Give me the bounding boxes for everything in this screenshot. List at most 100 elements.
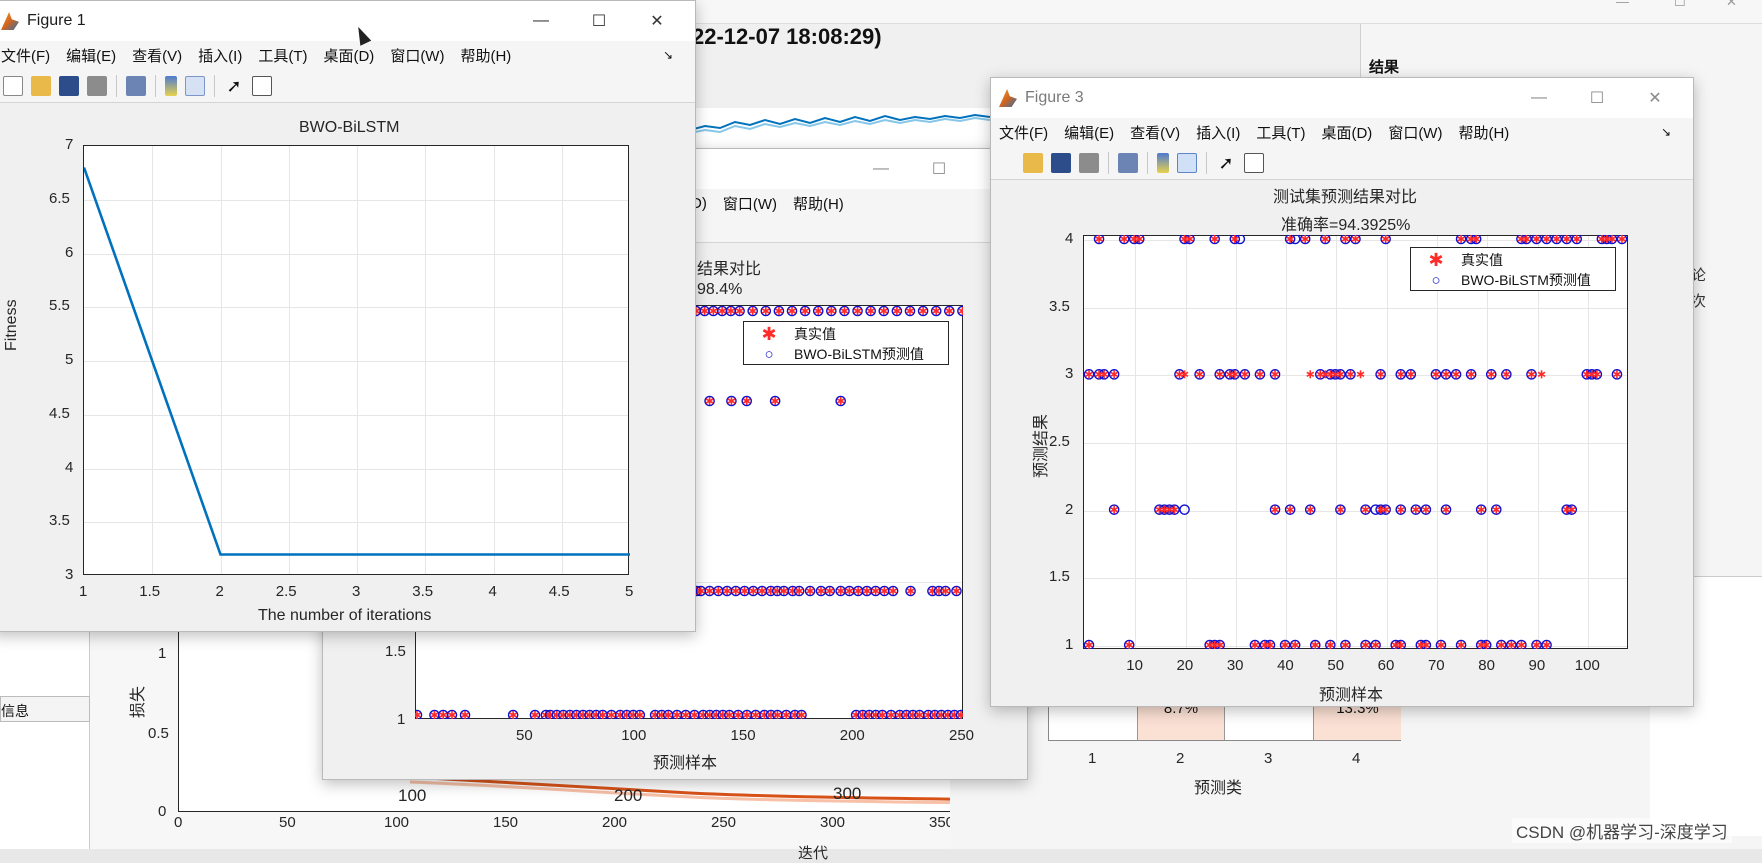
- link-plot-icon[interactable]: [1118, 152, 1138, 173]
- menu-item-window[interactable]: 窗口(W): [390, 45, 444, 66]
- true-point: [758, 587, 766, 595]
- minimize-icon[interactable]: —: [1513, 78, 1565, 118]
- figure1-titlebar[interactable]: Figure 1 — ☐ ✕: [0, 1, 695, 41]
- menu-item-edit[interactable]: 编辑(E): [1064, 122, 1114, 143]
- close-icon[interactable]: ✕: [631, 1, 683, 41]
- close-icon[interactable]: ✕: [1629, 78, 1681, 118]
- true-point: [782, 711, 791, 719]
- menu-item-window[interactable]: 窗口(W): [1388, 122, 1442, 143]
- maximize-icon[interactable]: ☐: [573, 1, 625, 41]
- link-plot-icon[interactable]: [126, 75, 146, 96]
- property-editor-icon[interactable]: [252, 75, 272, 96]
- menu-item-file[interactable]: 文件(F): [1, 45, 50, 66]
- true-point: [727, 397, 736, 405]
- true-point: [1406, 370, 1415, 379]
- new-figure-icon[interactable]: [3, 75, 23, 96]
- true-point: [889, 587, 897, 595]
- true-point: [1341, 235, 1350, 243]
- true-point: [1281, 641, 1289, 649]
- figure1-menubar: 文件(F) 编辑(E) 查看(V) 插入(I) 工具(T) 桌面(D) 窗口(W…: [0, 41, 695, 69]
- print-icon[interactable]: [1079, 152, 1099, 173]
- menu-item-edit[interactable]: 编辑(E): [66, 45, 116, 66]
- true-point: [1613, 370, 1621, 379]
- true-point: [1477, 641, 1486, 649]
- open-file-icon[interactable]: [31, 75, 51, 96]
- menu-item-insert[interactable]: 插入(I): [198, 45, 242, 66]
- true-point: [1497, 641, 1506, 649]
- true-point: [1467, 235, 1476, 243]
- figure3-ytick: 3.5: [1049, 297, 1070, 315]
- true-point: [1452, 370, 1460, 379]
- true-point: [1120, 235, 1129, 243]
- menu-item-desktop[interactable]: 桌面(D): [323, 45, 374, 66]
- true-point: [1215, 641, 1224, 649]
- true-point: [1422, 505, 1430, 514]
- minimize-icon[interactable]: —: [855, 149, 907, 189]
- pointer-icon[interactable]: ➚: [1216, 153, 1236, 173]
- inner-tick-300: 300: [833, 784, 862, 803]
- figure1-xtick: 4.5: [548, 583, 570, 600]
- dock-icon[interactable]: ↘: [663, 48, 673, 62]
- menu-item-desktop[interactable]: 桌面(D): [1321, 122, 1372, 143]
- menu-item-insert[interactable]: 插入(I): [1196, 122, 1240, 143]
- figure3-chart-title: 测试集预测结果对比: [1273, 189, 1418, 206]
- legend-true: 真实值: [794, 326, 836, 342]
- figure3-titlebar[interactable]: Figure 3 — ☐ ✕: [991, 78, 1693, 118]
- figure1-xtick: 1.5: [139, 583, 161, 600]
- true-point: [1256, 370, 1264, 379]
- menu-item-help[interactable]: 帮助(H): [793, 193, 844, 214]
- true-point: [836, 397, 845, 405]
- menu-item-help[interactable]: 帮助(H): [460, 45, 511, 66]
- dock-icon[interactable]: ↘: [1661, 125, 1671, 139]
- true-point: [1618, 235, 1626, 243]
- open-file-icon[interactable]: [1023, 152, 1043, 173]
- true-point: [1301, 235, 1310, 243]
- true-point: [1582, 370, 1591, 379]
- menu-item-view[interactable]: 查看(V): [1130, 122, 1180, 143]
- colorbar-icon[interactable]: [1157, 152, 1169, 173]
- print-icon[interactable]: [87, 75, 107, 96]
- menu-item-tools[interactable]: 工具(T): [258, 45, 307, 66]
- true-point: [919, 307, 927, 315]
- maximize-icon[interactable]: ☐: [1571, 78, 1623, 118]
- menu-item-tools[interactable]: 工具(T): [1256, 122, 1305, 143]
- true-point: [1487, 370, 1496, 379]
- true-point: [1180, 370, 1189, 379]
- property-editor-icon[interactable]: [1244, 152, 1264, 173]
- save-icon[interactable]: [1051, 152, 1071, 173]
- true-point: [1180, 235, 1189, 243]
- true-point: [1321, 370, 1330, 379]
- maximize-icon[interactable]: ☐: [913, 149, 965, 189]
- main-title-fragment: 22-12-07 18:08:29): [692, 24, 882, 49]
- info-panel-left: 详细信息: [0, 600, 90, 849]
- pointer-icon[interactable]: ➚: [224, 76, 244, 96]
- true-point: [1195, 370, 1204, 379]
- figure1-toolbar: ➚: [0, 69, 695, 103]
- legend-icon[interactable]: [1177, 152, 1197, 173]
- figure2-ytick-2: 1: [397, 711, 406, 728]
- true-point: [1266, 641, 1274, 649]
- figure3-window[interactable]: Figure 3 — ☐ ✕ 文件(F) 编辑(E) 查看(V) 插入(I) 工…: [990, 77, 1694, 707]
- legend-icon[interactable]: [185, 75, 205, 96]
- true-point: [1477, 505, 1486, 514]
- true-point: [814, 307, 823, 315]
- menu-item-view[interactable]: 查看(V): [132, 45, 182, 66]
- figure3-chart-subtitle: 准确率=94.3925%: [1281, 217, 1411, 234]
- menu-item-window[interactable]: 窗口(W): [723, 193, 777, 214]
- figure2-xlabel: 预测样本: [653, 755, 718, 772]
- save-icon[interactable]: [59, 75, 79, 96]
- true-point: [1532, 235, 1541, 243]
- true-point: [771, 397, 780, 405]
- true-point: [1205, 641, 1214, 649]
- colorbar-icon[interactable]: [165, 75, 177, 96]
- figure1-xtick: 1: [79, 583, 88, 600]
- true-point: [1537, 370, 1546, 379]
- true-point: [448, 711, 456, 719]
- true-point: [1376, 370, 1385, 379]
- figure1-window[interactable]: Figure 1 — ☐ ✕ 文件(F) 编辑(E) 查看(V) 插入(I) 工…: [0, 0, 696, 632]
- figure3-ytick: 3: [1065, 365, 1074, 383]
- menu-item-file[interactable]: 文件(F): [999, 122, 1048, 143]
- minimize-icon[interactable]: —: [515, 1, 567, 41]
- true-point: [1356, 370, 1365, 379]
- menu-item-help[interactable]: 帮助(H): [1458, 122, 1509, 143]
